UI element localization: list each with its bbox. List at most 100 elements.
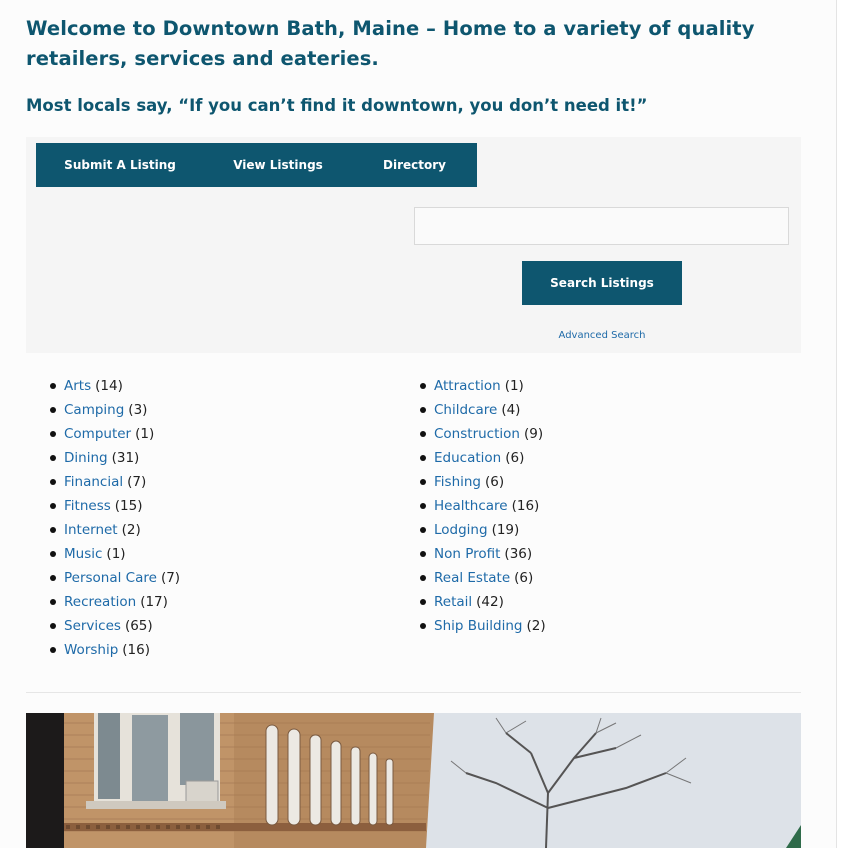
advanced-search-link[interactable]: Advanced Search	[522, 330, 682, 341]
tab-directory[interactable]: Directory	[352, 143, 477, 187]
category-count: (65)	[124, 618, 153, 634]
category-link[interactable]: Camping	[64, 398, 124, 422]
category-count: (6)	[505, 450, 525, 466]
search-listings-button[interactable]: Search Listings	[522, 261, 682, 305]
bullet-icon	[50, 623, 56, 629]
section-divider	[26, 692, 801, 693]
category-link[interactable]: Personal Care	[64, 566, 157, 590]
list-item: Attraction (1)	[420, 374, 546, 398]
listings-nav: Submit A Listing View Listings Directory	[36, 143, 477, 187]
bullet-icon	[50, 407, 56, 413]
bullet-icon	[50, 599, 56, 605]
list-item: Non Profit (36)	[420, 542, 546, 566]
category-link[interactable]: Services	[64, 614, 121, 638]
category-link[interactable]: Dining	[64, 446, 108, 470]
category-link[interactable]: Healthcare	[434, 494, 508, 518]
category-count: (7)	[160, 570, 181, 586]
downtown-street-photo-illustration	[26, 713, 801, 848]
category-count: (9)	[523, 426, 544, 442]
category-link[interactable]: Internet	[64, 518, 118, 542]
bullet-icon	[420, 407, 426, 413]
bullet-icon	[420, 383, 426, 389]
category-count: (3)	[128, 402, 148, 418]
list-item: Recreation (17)	[50, 590, 180, 614]
bullet-icon	[50, 479, 56, 485]
page: Welcome to Downtown Bath, Maine – Home t…	[0, 0, 836, 848]
category-link[interactable]: Recreation	[64, 590, 136, 614]
list-item: Services (65)	[50, 614, 180, 638]
list-item: Internet (2)	[50, 518, 180, 542]
list-item: Education (6)	[420, 446, 546, 470]
list-item: Camping (3)	[50, 398, 180, 422]
list-item: Real Estate (6)	[420, 566, 546, 590]
list-item: Music (1)	[50, 542, 180, 566]
category-link[interactable]: Education	[434, 446, 501, 470]
category-link[interactable]: Construction	[434, 422, 520, 446]
page-subhead: Most locals say, “If you can’t find it d…	[26, 96, 648, 115]
page-edge-rule	[836, 0, 837, 848]
category-count: (42)	[476, 594, 504, 610]
list-item: Construction (9)	[420, 422, 546, 446]
category-link[interactable]: Retail	[434, 590, 472, 614]
list-item: Healthcare (16)	[420, 494, 546, 518]
search-input[interactable]	[414, 207, 789, 245]
category-list-left: Arts (14) Camping (3) Computer (1) Dining (3…	[50, 374, 180, 662]
list-item: Ship Building (2)	[420, 614, 546, 638]
list-item: Financial (7)	[50, 470, 180, 494]
category-link[interactable]: Childcare	[434, 398, 497, 422]
category-link[interactable]: Fishing	[434, 470, 481, 494]
category-link[interactable]: Worship	[64, 638, 118, 662]
category-link[interactable]: Fitness	[64, 494, 111, 518]
category-count: (1)	[504, 378, 524, 394]
list-item: Worship (16)	[50, 638, 180, 662]
list-item: Fishing (6)	[420, 470, 546, 494]
category-count: (16)	[122, 642, 150, 658]
category-link[interactable]: Financial	[64, 470, 123, 494]
list-item: Arts (14)	[50, 374, 180, 398]
category-link[interactable]: Lodging	[434, 518, 488, 542]
list-item: Lodging (19)	[420, 518, 546, 542]
category-count: (16)	[511, 498, 540, 514]
category-count: (1)	[135, 426, 155, 442]
category-link[interactable]: Computer	[64, 422, 131, 446]
category-count: (36)	[504, 546, 533, 562]
category-link[interactable]: Attraction	[434, 374, 501, 398]
category-link[interactable]: Non Profit	[434, 542, 500, 566]
bullet-icon	[420, 455, 426, 461]
tab-submit-listing[interactable]: Submit A Listing	[36, 143, 204, 187]
category-count: (17)	[140, 594, 168, 610]
category-count: (6)	[514, 570, 534, 586]
category-count: (1)	[106, 546, 126, 562]
bullet-icon	[420, 431, 426, 437]
bullet-icon	[420, 527, 426, 533]
list-item: Computer (1)	[50, 422, 180, 446]
list-item: Retail (42)	[420, 590, 546, 614]
category-count: (2)	[121, 522, 141, 538]
category-count: (31)	[111, 450, 140, 466]
bullet-icon	[50, 647, 56, 653]
category-count: (4)	[501, 402, 521, 418]
bullet-icon	[420, 575, 426, 581]
category-count: (2)	[526, 618, 546, 634]
bullet-icon	[50, 527, 56, 533]
list-item: Childcare (4)	[420, 398, 546, 422]
category-count: (6)	[485, 474, 505, 490]
bullet-icon	[50, 383, 56, 389]
category-link[interactable]: Arts	[64, 374, 91, 398]
tab-view-listings[interactable]: View Listings	[204, 143, 352, 187]
bullet-icon	[50, 455, 56, 461]
bullet-icon	[50, 431, 56, 437]
category-count: (14)	[95, 378, 123, 394]
bullet-icon	[420, 551, 426, 557]
bullet-icon	[420, 479, 426, 485]
category-link[interactable]: Music	[64, 542, 102, 566]
category-count: (7)	[127, 474, 147, 490]
category-count: (15)	[114, 498, 143, 514]
downtown-photo	[26, 713, 801, 848]
category-link[interactable]: Real Estate	[434, 566, 510, 590]
category-link[interactable]: Ship Building	[434, 614, 523, 638]
list-item: Fitness (15)	[50, 494, 180, 518]
category-list-right: Attraction (1) Childcare (4) Construction(…	[420, 374, 546, 638]
page-headline: Welcome to Downtown Bath, Maine – Home t…	[26, 17, 755, 70]
list-item: Dining (31)	[50, 446, 180, 470]
